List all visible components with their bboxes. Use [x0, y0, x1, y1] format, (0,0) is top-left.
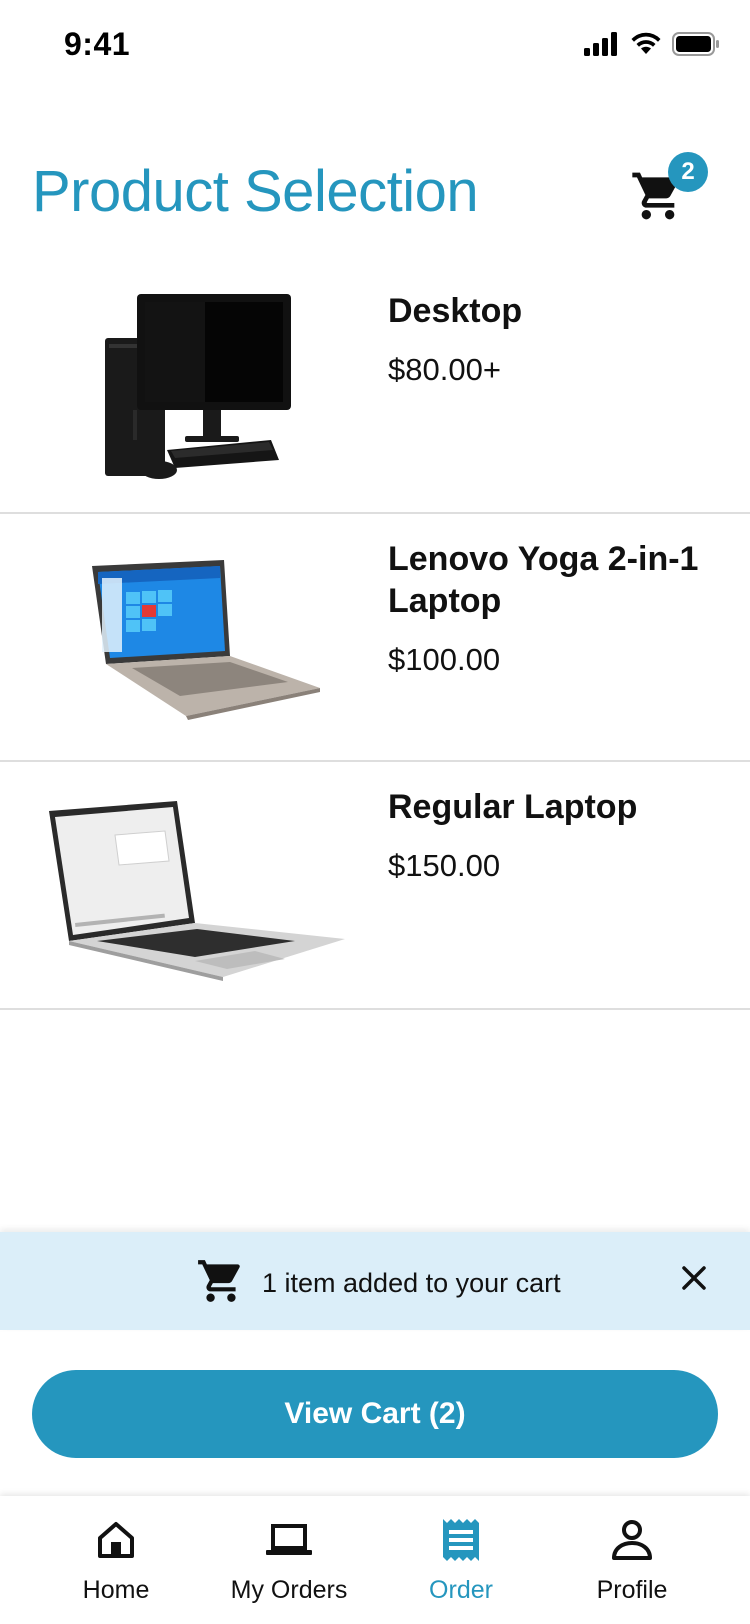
tab-order[interactable]: Order [371, 1516, 551, 1616]
tab-profile[interactable]: Profile [542, 1516, 722, 1616]
status-icons [584, 32, 720, 61]
close-icon [681, 1265, 707, 1296]
desktop-computer-image [40, 278, 350, 502]
page-title: Product Selection [32, 159, 479, 224]
product-info: Regular Laptop $150.00 [388, 786, 728, 884]
tab-label: Profile [596, 1576, 668, 1604]
tab-home[interactable]: Home [26, 1516, 206, 1616]
convertible-laptop-image [40, 526, 350, 750]
home-icon [92, 1516, 140, 1564]
person-icon [608, 1516, 656, 1564]
product-list: Desktop $80.00+ Lenovo Yoga 2-in-1 Lapto… [0, 266, 750, 1010]
status-bar: 9:41 [0, 0, 750, 94]
toast-content: 1 item added to your cart [196, 1256, 561, 1311]
tab-label: Order [429, 1576, 493, 1604]
laptop-icon [265, 1516, 313, 1564]
signal-icon [584, 32, 620, 61]
added-to-cart-toast: 1 item added to your cart [0, 1232, 750, 1330]
product-info: Lenovo Yoga 2-in-1 Laptop $100.00 [388, 538, 728, 678]
toast-message: 1 item added to your cart [262, 1268, 561, 1298]
product-price: $150.00 [388, 848, 501, 883]
header: Product Selection 2 [0, 150, 750, 260]
status-time: 9:41 [64, 26, 131, 62]
cart-button[interactable]: 2 [628, 152, 708, 228]
wifi-icon [630, 32, 662, 61]
battery-icon [672, 32, 720, 61]
product-name: Desktop [388, 292, 523, 330]
toast-close-button[interactable] [674, 1260, 714, 1300]
bottom-tab-bar: Home My Orders Order Profile [0, 1496, 750, 1624]
product-name: Lenovo Yoga 2-in-1 Laptop [388, 540, 699, 620]
product-name: Regular Laptop [388, 788, 638, 826]
product-price: $100.00 [388, 642, 501, 677]
tab-my-orders[interactable]: My Orders [199, 1516, 379, 1616]
product-row-lenovo-yoga[interactable]: Lenovo Yoga 2-in-1 Laptop $100.00 [0, 514, 750, 762]
receipt-icon [437, 1516, 485, 1564]
cart-icon [196, 1256, 246, 1311]
product-row-desktop[interactable]: Desktop $80.00+ [0, 266, 750, 514]
laptop-image [40, 774, 350, 998]
product-price: $80.00+ [388, 352, 501, 387]
product-info: Desktop $80.00+ [388, 290, 728, 388]
cart-count-badge: 2 [668, 152, 708, 192]
view-cart-button[interactable]: View Cart (2) [32, 1370, 718, 1458]
tab-label: Home [82, 1576, 150, 1604]
tab-label: My Orders [230, 1576, 348, 1604]
product-row-regular-laptop[interactable]: Regular Laptop $150.00 [0, 762, 750, 1010]
